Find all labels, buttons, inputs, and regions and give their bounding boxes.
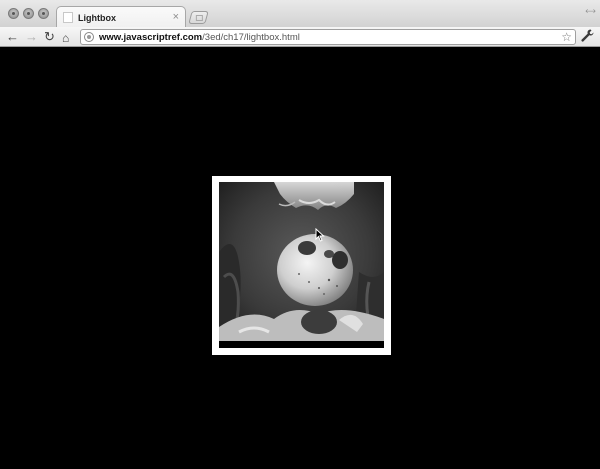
mouse-pointer-icon	[315, 228, 325, 242]
url-text[interactable]: www.javascriptref.com/3ed/ch17/lightbox.…	[99, 32, 300, 43]
home-button[interactable]: ⌂	[62, 30, 69, 46]
bookmark-star-icon[interactable]: ☆	[561, 30, 572, 44]
window-zoom-button[interactable]	[38, 8, 49, 19]
back-button[interactable]: ←	[6, 29, 19, 45]
window-close-button[interactable]	[8, 8, 19, 19]
address-bar[interactable]: www.javascriptref.com/3ed/ch17/lightbox.…	[80, 29, 576, 45]
window-minimize-button[interactable]	[23, 8, 34, 19]
fullscreen-icon[interactable]: ⤢	[583, 5, 596, 18]
tab-close-icon[interactable]: ×	[173, 12, 179, 23]
page-viewport	[0, 48, 600, 469]
lightbox-photo[interactable]	[219, 182, 384, 342]
forward-button[interactable]: →	[25, 29, 38, 45]
page-info-icon[interactable]	[84, 32, 94, 42]
lightbox-caption-bar	[219, 341, 384, 348]
browser-toolbar: ← → ↻ ⌂ www.javascriptref.com/3ed/ch17/l…	[0, 27, 600, 47]
reload-button[interactable]: ↻	[44, 29, 55, 45]
new-tab-button[interactable]	[188, 11, 209, 24]
window-titlebar: Lightbox × ⤢	[0, 0, 600, 28]
url-path: /3ed/ch17/lightbox.html	[202, 31, 300, 43]
page-favicon-icon	[63, 12, 73, 23]
tab-lightbox[interactable]: Lightbox ×	[56, 6, 186, 28]
wrench-menu-icon[interactable]	[581, 29, 594, 45]
tab-title: Lightbox	[78, 12, 116, 23]
lightbox-frame[interactable]	[212, 176, 391, 355]
url-host: www.javascriptref.com	[99, 31, 203, 43]
